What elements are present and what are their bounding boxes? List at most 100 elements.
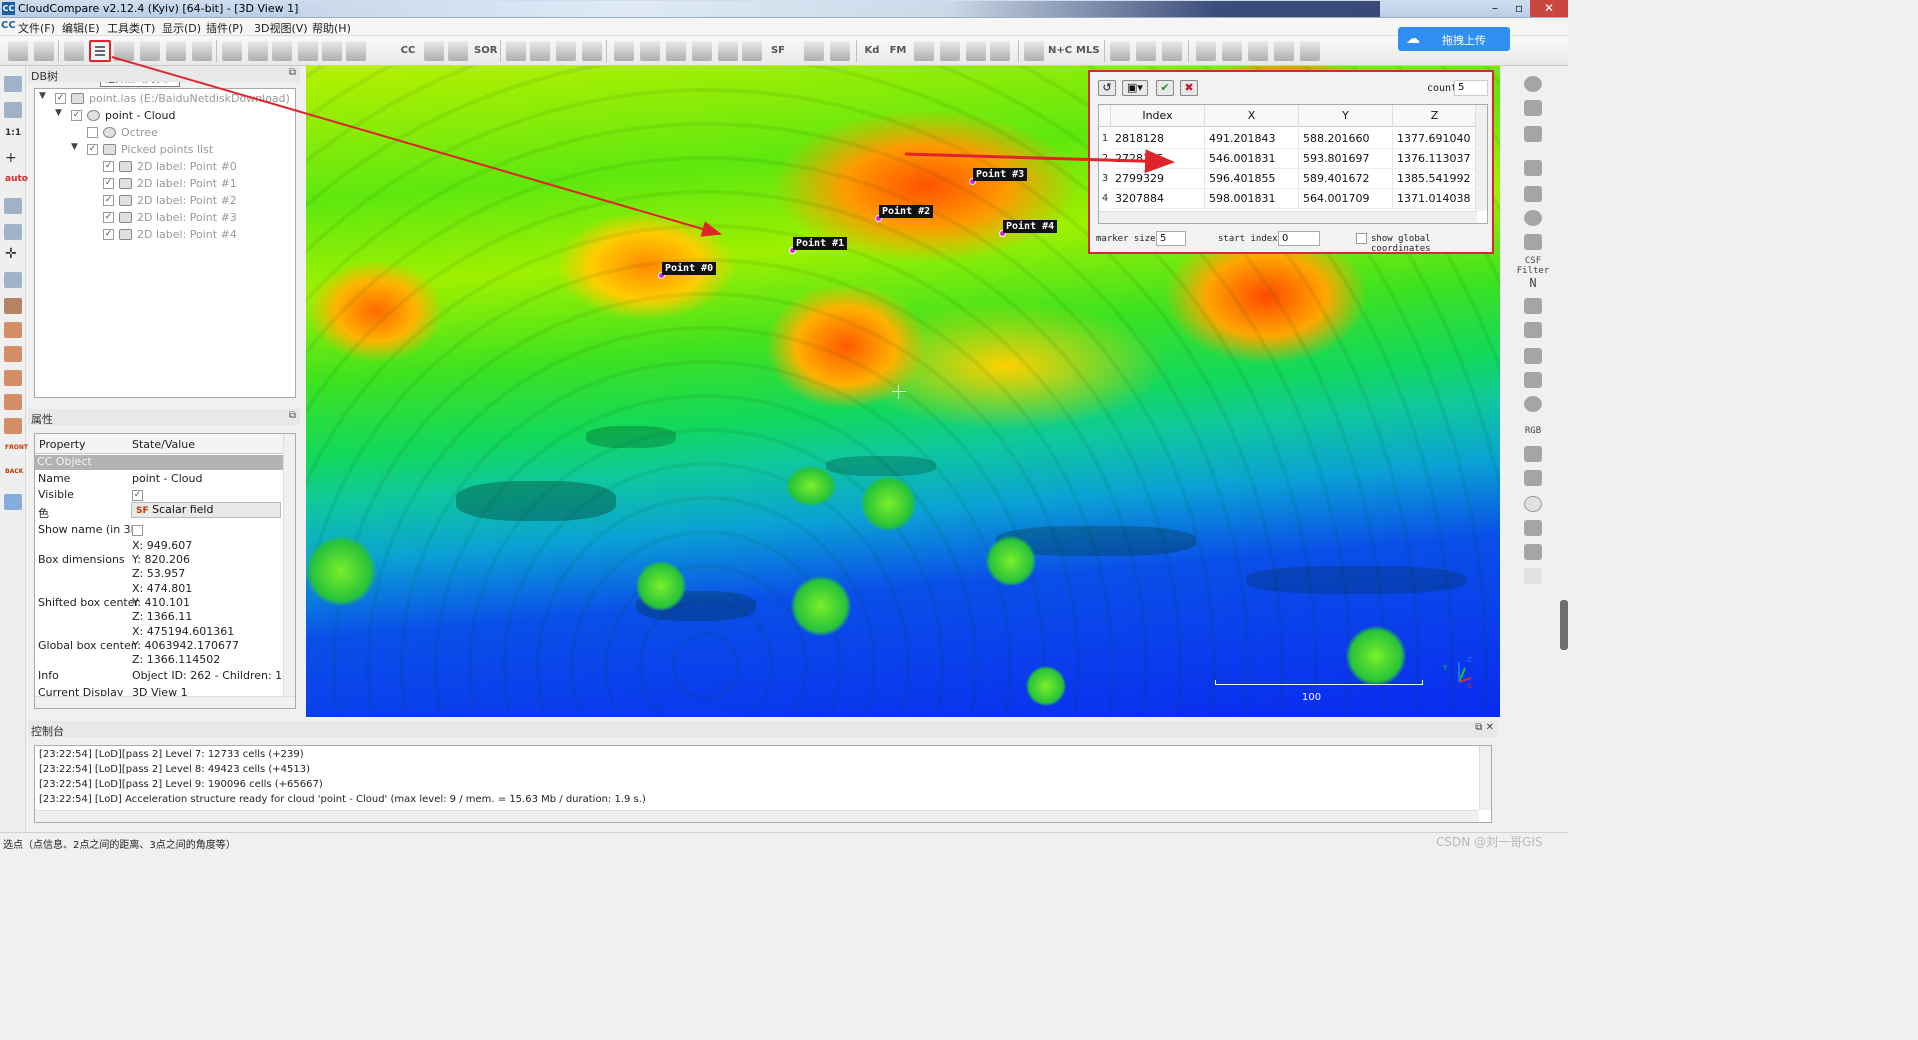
visibility-checkbox[interactable]: ✓ [103, 161, 114, 172]
tree-item-label-4[interactable]: ✓ 2D label: Point #4 [35, 227, 293, 243]
column-index[interactable]: Index [1111, 105, 1205, 127]
perspective-icon[interactable] [4, 224, 22, 240]
move-icon[interactable] [530, 41, 550, 61]
visibility-checkbox[interactable]: ✓ [103, 178, 114, 189]
histogram-icon[interactable] [614, 41, 634, 61]
delete-sf-icon[interactable] [742, 41, 762, 61]
gear-icon[interactable] [1524, 446, 1542, 462]
console-vscroll[interactable] [1479, 746, 1491, 810]
bottle-icon[interactable] [1524, 186, 1542, 202]
undock-icon[interactable]: ⧉ [289, 67, 296, 78]
cell-x[interactable]: 596.401855 [1205, 169, 1299, 189]
menu-plugins[interactable]: 插件(P) [206, 20, 243, 36]
pivot-icon[interactable] [4, 198, 22, 214]
shield-icon[interactable] [1524, 234, 1542, 250]
visibility-checkbox[interactable]: ✓ [71, 110, 82, 121]
pick-points-list-button[interactable] [89, 40, 111, 62]
table-hscroll[interactable] [1099, 211, 1477, 223]
maximize-button[interactable]: ▫ [1507, 0, 1531, 17]
console-hscroll[interactable] [35, 810, 1479, 822]
cell-y[interactable]: 588.201660 [1299, 129, 1393, 149]
cell-z[interactable]: 1371.014038 [1393, 189, 1477, 209]
ellipse-icon[interactable] [1524, 496, 1542, 512]
back-iso-button[interactable]: BACK [5, 468, 23, 475]
gradient-icon[interactable] [666, 41, 686, 61]
puzzle-icon[interactable] [1024, 41, 1044, 61]
table-icon[interactable] [692, 41, 712, 61]
point-label-2[interactable]: Point #2 [879, 205, 934, 218]
canupo-create-icon[interactable] [804, 41, 824, 61]
mesh-view-4-icon[interactable] [1274, 41, 1294, 61]
cell-z[interactable]: 1385.541992 [1393, 169, 1477, 189]
visibility-checkbox[interactable]: ✓ [55, 93, 66, 104]
right-view-icon[interactable] [4, 370, 22, 386]
tree-item-label-1[interactable]: ✓ 2D label: Point #1 [35, 176, 293, 192]
add-sf-icon[interactable] [718, 41, 738, 61]
point-picking-icon[interactable] [64, 41, 84, 61]
tree-item-octree[interactable]: Octree [35, 125, 293, 141]
mls-button[interactable]: MLS [1076, 41, 1100, 61]
table-vscroll[interactable] [1475, 105, 1487, 211]
segment-icon[interactable] [140, 41, 160, 61]
validate-icon[interactable]: ✔ [1156, 80, 1174, 96]
minimize-button[interactable]: – [1483, 0, 1507, 17]
measure-icon[interactable] [166, 41, 186, 61]
tree-item-label-3[interactable]: ✓ 2D label: Point #3 [35, 210, 293, 226]
point-label-3[interactable]: Point #3 [973, 168, 1028, 181]
point-label-1[interactable]: Point #1 [793, 237, 848, 250]
shield-2-icon[interactable] [1524, 348, 1542, 364]
undock-icon[interactable]: ⧉ [289, 410, 296, 421]
fm-button[interactable]: FM [888, 41, 908, 61]
visibility-checkbox[interactable]: ✓ [103, 212, 114, 223]
sf-button[interactable]: SF [768, 41, 788, 61]
console-controls[interactable]: ⧉ ✕ [1475, 722, 1494, 733]
cell-x[interactable]: 491.201843 [1205, 129, 1299, 149]
tree-item-file[interactable]: ▼ ✓ point.las (E:/BaiduNetdiskDownload) [35, 91, 293, 107]
cell-x[interactable]: 598.001831 [1205, 189, 1299, 209]
visibility-checkbox[interactable]: ✓ [103, 195, 114, 206]
nc-button[interactable]: N+C [1048, 41, 1072, 61]
snapshot-icon[interactable] [940, 41, 960, 61]
visible-checkbox[interactable]: ✓ [132, 490, 143, 501]
sphere-icon[interactable] [966, 41, 986, 61]
cell-index[interactable]: 2728195 [1111, 149, 1205, 169]
mesh-view-5-icon[interactable] [1300, 41, 1320, 61]
checkerboard-icon[interactable] [448, 41, 468, 61]
align-icon[interactable] [506, 41, 526, 61]
mesh-view-2-icon[interactable] [1222, 41, 1242, 61]
mesh-view-1-icon[interactable] [1196, 41, 1216, 61]
visibility-checkbox[interactable]: ✓ [103, 229, 114, 240]
save-file-icon[interactable] [34, 41, 54, 61]
menu-edit[interactable]: 编辑(E) [62, 20, 100, 36]
cell-y[interactable]: 589.401672 [1299, 169, 1393, 189]
tree-item-label-0[interactable]: ✓ 2D label: Point #0 [35, 159, 293, 175]
subsample-icon[interactable] [272, 41, 292, 61]
cell-index[interactable]: 3207884 [1111, 189, 1205, 209]
bottom-view-icon[interactable] [4, 394, 22, 410]
show-name-checkbox[interactable] [132, 525, 143, 536]
compass-icon[interactable] [1524, 126, 1542, 142]
crosshair-icon[interactable]: + [5, 150, 17, 166]
auto-pivot-button[interactable]: auto [5, 174, 28, 184]
move-axes-icon[interactable]: ✛ [5, 246, 17, 262]
tree-item-picked-list[interactable]: ▼ ✓ Picked points list [35, 142, 293, 158]
visibility-checkbox[interactable]: ✓ [87, 144, 98, 155]
export-dropdown-icon[interactable]: ▣▾ [1122, 80, 1148, 96]
cell-z[interactable]: 1376.113037 [1393, 149, 1477, 169]
color-mode-select[interactable]: SF Scalar field [131, 502, 281, 518]
tree-item-label-2[interactable]: ✓ 2D label: Point #2 [35, 193, 293, 209]
properties-vscroll[interactable] [283, 434, 295, 696]
mesh-view-3-icon[interactable] [1248, 41, 1268, 61]
menu-3dview[interactable]: 3D视图(V) [254, 20, 308, 36]
revert-icon[interactable]: ↺ [1098, 80, 1116, 96]
close-window-button[interactable]: ✕ [1530, 0, 1568, 17]
clock-icon[interactable] [1524, 210, 1542, 226]
north-button[interactable]: N [1509, 276, 1557, 290]
show-global-coords-checkbox[interactable] [1356, 233, 1367, 244]
zoom-1to1-button[interactable]: 1:1 [5, 128, 21, 138]
delete-icon[interactable] [192, 41, 212, 61]
start-index-spinbox[interactable]: 0 [1278, 231, 1320, 246]
open-file-icon[interactable] [8, 41, 28, 61]
kd-button[interactable]: Kd [862, 41, 882, 61]
scatter-icon[interactable] [322, 41, 342, 61]
